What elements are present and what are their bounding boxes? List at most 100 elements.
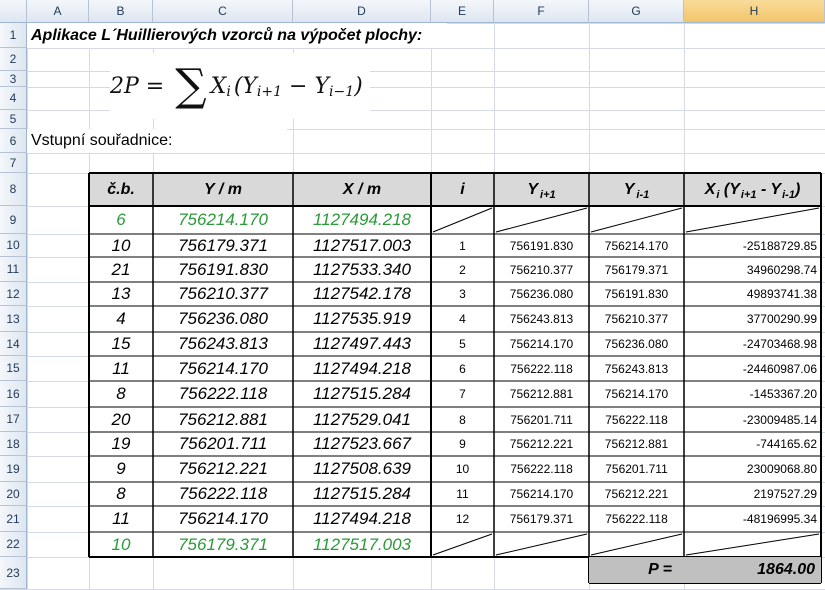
cell-product[interactable]: 2197527.29: [684, 482, 821, 506]
row-header-12[interactable]: 12: [0, 282, 27, 306]
cell-index[interactable]: [431, 532, 494, 557]
cell-y-next[interactable]: 756214.170: [494, 332, 589, 356]
cell-point-number[interactable]: 10: [89, 532, 153, 557]
cell-y-prev[interactable]: [589, 532, 684, 557]
cell-y-next[interactable]: 756236.080: [494, 282, 589, 306]
column-header-g[interactable]: G: [589, 0, 684, 23]
column-header-d[interactable]: D: [293, 0, 431, 23]
cell-point-number[interactable]: 15: [89, 332, 153, 356]
cell-product[interactable]: -23009485.14: [684, 407, 821, 432]
cell-x-coordinate[interactable]: 1127529.041: [293, 407, 431, 432]
cell-y-next[interactable]: 756212.221: [494, 432, 589, 456]
row-header-2[interactable]: 2: [0, 48, 27, 71]
row-header-21[interactable]: 21: [0, 506, 27, 532]
row-header-16[interactable]: 16: [0, 381, 27, 407]
row-header-3[interactable]: 3: [0, 71, 27, 87]
row-header-5[interactable]: 5: [0, 110, 27, 129]
column-header-e[interactable]: E: [431, 0, 494, 23]
cell-x-coordinate[interactable]: 1127535.919: [293, 306, 431, 332]
cell-point-number[interactable]: 19: [89, 432, 153, 456]
column-header-b[interactable]: B: [89, 0, 153, 23]
cell-y-coordinate[interactable]: 756191.830: [153, 257, 293, 282]
row-header-14[interactable]: 14: [0, 332, 27, 356]
cell-y-prev[interactable]: 756201.711: [589, 456, 684, 482]
row-header-4[interactable]: 4: [0, 87, 27, 110]
row-header-7[interactable]: 7: [0, 153, 27, 173]
row-header-23[interactable]: 23: [0, 557, 27, 589]
cell-y-coordinate[interactable]: 756222.118: [153, 482, 293, 506]
cell-x-coordinate[interactable]: 1127515.284: [293, 482, 431, 506]
cell-point-number[interactable]: 8: [89, 381, 153, 407]
cell-y-prev[interactable]: 756191.830: [589, 282, 684, 306]
cell-y-coordinate[interactable]: 756214.170: [153, 506, 293, 532]
cell-y-coordinate[interactable]: 756201.711: [153, 432, 293, 456]
cell-product[interactable]: -48196995.34: [684, 506, 821, 532]
cell-y-prev[interactable]: [589, 206, 684, 234]
cell-x-coordinate[interactable]: 1127494.218: [293, 506, 431, 532]
cell-y-prev[interactable]: 756179.371: [589, 257, 684, 282]
cell-y-next[interactable]: [494, 532, 589, 557]
column-header-a[interactable]: A: [27, 0, 89, 23]
cell-index[interactable]: 7: [431, 381, 494, 407]
cell-point-number[interactable]: 8: [89, 482, 153, 506]
row-header-17[interactable]: 17: [0, 407, 27, 432]
cell-product[interactable]: -744165.62: [684, 432, 821, 456]
cell-y-prev[interactable]: 756243.813: [589, 356, 684, 381]
cell-y-coordinate[interactable]: 756243.813: [153, 332, 293, 356]
cell-y-coordinate[interactable]: 756214.170: [153, 206, 293, 234]
row-header-10[interactable]: 10: [0, 234, 27, 257]
row-header-11[interactable]: 11: [0, 257, 27, 282]
cell-index[interactable]: 5: [431, 332, 494, 356]
cell-x-coordinate[interactable]: 1127494.218: [293, 206, 431, 234]
cell-x-coordinate[interactable]: 1127533.340: [293, 257, 431, 282]
cell-index[interactable]: 4: [431, 306, 494, 332]
column-header-h[interactable]: H: [684, 0, 825, 23]
row-header-20[interactable]: 20: [0, 482, 27, 506]
cell-index[interactable]: 9: [431, 432, 494, 456]
cell-product[interactable]: -25188729.85: [684, 234, 821, 257]
cell-x-coordinate[interactable]: 1127523.667: [293, 432, 431, 456]
row-header-15[interactable]: 15: [0, 356, 27, 381]
cell-y-prev[interactable]: 756212.221: [589, 482, 684, 506]
row-header-9[interactable]: 9: [0, 206, 27, 234]
cell-point-number[interactable]: 9: [89, 456, 153, 482]
row-header-19[interactable]: 19: [0, 456, 27, 482]
cell-index[interactable]: 2: [431, 257, 494, 282]
row-header-13[interactable]: 13: [0, 306, 27, 332]
cell-x-coordinate[interactable]: 1127542.178: [293, 282, 431, 306]
cell-x-coordinate[interactable]: 1127508.639: [293, 456, 431, 482]
cell-point-number[interactable]: 21: [89, 257, 153, 282]
cell-point-number[interactable]: 20: [89, 407, 153, 432]
cell-y-coordinate[interactable]: 756214.170: [153, 356, 293, 381]
cell-product[interactable]: -24460987.06: [684, 356, 821, 381]
cell-point-number[interactable]: 13: [89, 282, 153, 306]
cell-product[interactable]: -1453367.20: [684, 381, 821, 407]
cell-product[interactable]: 49893741.38: [684, 282, 821, 306]
select-all-corner[interactable]: [0, 0, 27, 23]
cell-y-coordinate[interactable]: 756212.881: [153, 407, 293, 432]
cell-y-prev[interactable]: 756222.118: [589, 407, 684, 432]
column-header-c[interactable]: C: [153, 0, 293, 23]
row-header-18[interactable]: 18: [0, 432, 27, 456]
cell-x-coordinate[interactable]: 1127497.443: [293, 332, 431, 356]
cell-y-prev[interactable]: 756212.881: [589, 432, 684, 456]
cell-index[interactable]: 10: [431, 456, 494, 482]
cell-x-coordinate[interactable]: 1127517.003: [293, 234, 431, 257]
cell-y-coordinate[interactable]: 756222.118: [153, 381, 293, 407]
cell-x-coordinate[interactable]: 1127517.003: [293, 532, 431, 557]
cell-y-next[interactable]: 756212.881: [494, 381, 589, 407]
cell-y-next[interactable]: 756222.118: [494, 356, 589, 381]
cell-y-coordinate[interactable]: 756179.371: [153, 532, 293, 557]
column-header-f[interactable]: F: [494, 0, 589, 23]
cell-index[interactable]: 12: [431, 506, 494, 532]
cell-index[interactable]: 3: [431, 282, 494, 306]
cell-y-next[interactable]: [494, 206, 589, 234]
cell-y-next[interactable]: 756214.170: [494, 482, 589, 506]
cell-y-next[interactable]: 756201.711: [494, 407, 589, 432]
cell-y-coordinate[interactable]: 756212.221: [153, 456, 293, 482]
cell-x-coordinate[interactable]: 1127494.218: [293, 356, 431, 381]
row-header-8[interactable]: 8: [0, 173, 27, 206]
cell-point-number[interactable]: 11: [89, 506, 153, 532]
cell-y-prev[interactable]: 756214.170: [589, 381, 684, 407]
cell-y-prev[interactable]: 756214.170: [589, 234, 684, 257]
